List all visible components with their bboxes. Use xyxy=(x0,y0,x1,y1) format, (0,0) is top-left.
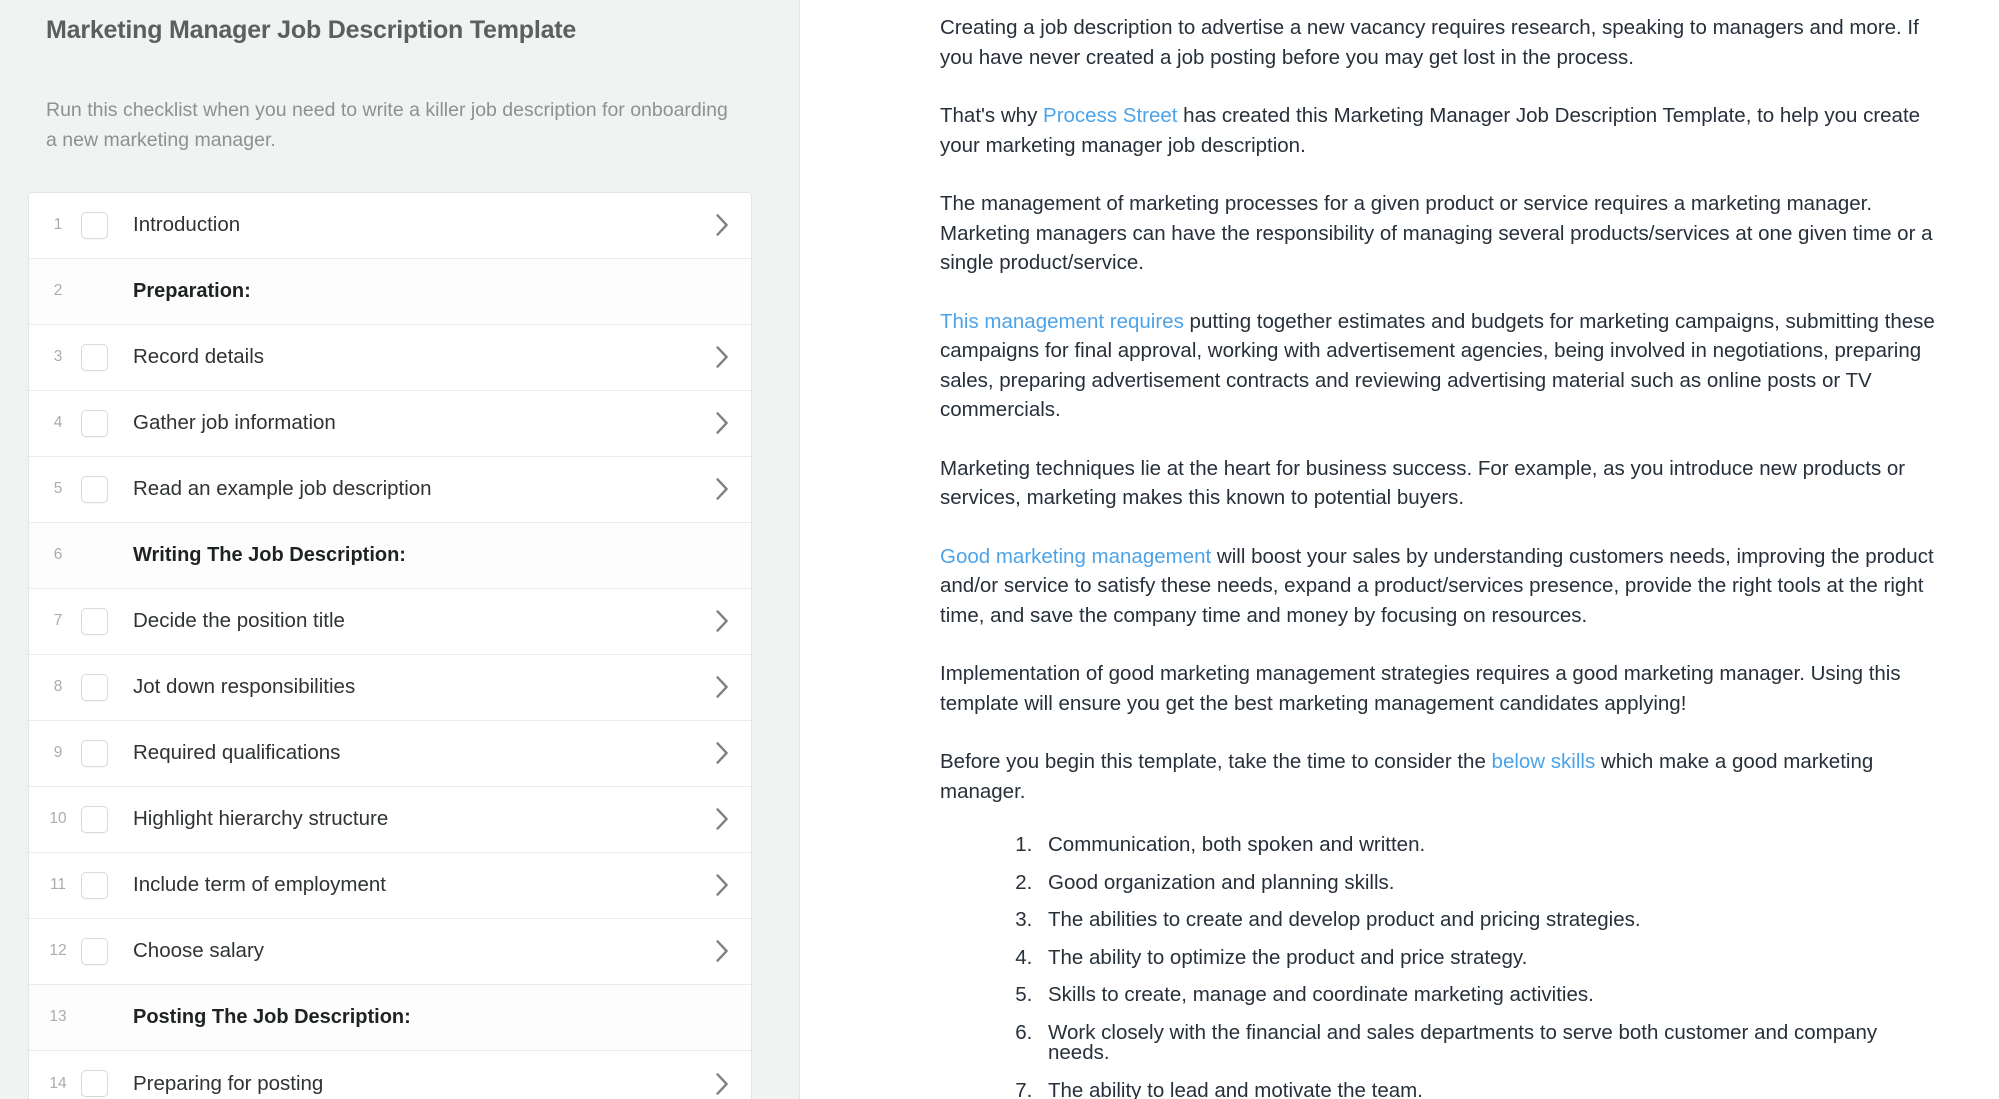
task-checkbox[interactable] xyxy=(81,607,108,635)
template-description: Run this checklist when you need to writ… xyxy=(46,98,728,151)
checklist-item-number: 13 xyxy=(49,1008,67,1026)
chevron-right-icon[interactable] xyxy=(693,610,751,633)
description-paragraph: That's why Process Street has created th… xyxy=(940,101,1941,160)
checklist-task-row[interactable]: 12 Choose salary xyxy=(29,918,751,985)
inline-link[interactable]: This management requires xyxy=(940,310,1184,333)
paragraph-text: Before you begin this template, take the… xyxy=(940,750,1492,774)
task-checkbox[interactable] xyxy=(81,211,108,239)
section-heading-label: Writing The Job Description: xyxy=(133,544,406,567)
inline-link[interactable]: Process Street xyxy=(1043,104,1177,127)
task-label: Include term of employment xyxy=(133,873,386,897)
checklist-item-number: 10 xyxy=(49,810,67,828)
checklist-task-row[interactable]: 1 Introduction xyxy=(29,192,751,259)
chevron-right-icon[interactable] xyxy=(693,412,751,435)
task-checkbox[interactable] xyxy=(81,409,108,437)
task-label: Record details xyxy=(133,345,265,369)
checklist-item-number: 2 xyxy=(53,282,63,300)
checklist-item-number: 3 xyxy=(53,348,63,366)
task-checkbox[interactable] xyxy=(81,805,108,833)
task-label: Decide the position title xyxy=(133,609,345,633)
task-checkbox[interactable] xyxy=(81,343,108,371)
checklist-card: 1 Introduction 2 Preparation: 3 Record detail… xyxy=(28,191,752,1099)
template-header: Marketing Manager Job Description Templa… xyxy=(0,0,799,155)
description-paragraph: This management requires putting togethe… xyxy=(940,307,1941,425)
inline-link[interactable]: Good marketing management xyxy=(940,545,1211,568)
chevron-right-icon[interactable] xyxy=(693,214,751,237)
checklist-task-row[interactable]: 5 Read an example job description xyxy=(29,456,751,523)
checklist-item-number: 12 xyxy=(49,942,67,960)
description-paragraph: Implementation of good marketing managem… xyxy=(940,659,1941,718)
description-paragraph: The management of marketing processes fo… xyxy=(940,189,1941,278)
chevron-right-icon[interactable] xyxy=(693,874,751,897)
checklist-task-row[interactable]: 4 Gather job information xyxy=(29,390,751,457)
list-item: The ability to lead and motivate the tea… xyxy=(1038,1080,1941,1099)
task-checkbox[interactable] xyxy=(81,673,108,701)
checklist-task-row[interactable]: 9 Required qualifications xyxy=(29,720,751,787)
skills-list: Communication, both spoken and written. G… xyxy=(940,835,1941,1099)
paragraph-text: That's why xyxy=(940,104,1044,128)
checklist-section-heading[interactable]: 2 Preparation: xyxy=(29,258,751,325)
checklist-section-heading[interactable]: 13 Posting The Job Description: xyxy=(29,984,751,1051)
list-item: Communication, both spoken and written. xyxy=(1038,835,1941,856)
task-checkbox[interactable] xyxy=(81,1070,108,1098)
checklist-item-number: 9 xyxy=(53,744,63,762)
task-checkbox[interactable] xyxy=(81,937,108,965)
task-label: Gather job information xyxy=(133,411,336,435)
page-title: Marketing Manager Job Description Templa… xyxy=(46,16,577,44)
task-label: Highlight hierarchy structure xyxy=(133,807,389,831)
checklist-task-row[interactable]: 14 Preparing for posting xyxy=(29,1050,751,1099)
checklist-item-number: 8 xyxy=(53,678,63,696)
task-label: Jot down responsibilities xyxy=(133,675,356,699)
paragraph-text: Marketing techniques lie at the heart fo… xyxy=(940,456,1906,510)
checklist-item-number: 4 xyxy=(53,414,63,432)
app-root: Marketing Manager Job Description Templa… xyxy=(0,0,1999,1099)
task-description-body: Creating a job description to advertise … xyxy=(800,13,1999,1099)
checklist-item-number: 6 xyxy=(53,546,63,564)
checklist-task-row[interactable]: 8 Jot down responsibilities xyxy=(29,654,751,721)
checklist-task-row[interactable]: 10 Highlight hierarchy structure xyxy=(29,786,751,853)
list-item: Good organization and planning skills. xyxy=(1038,872,1941,894)
checklist-item-number: 7 xyxy=(53,612,63,630)
chevron-right-icon[interactable] xyxy=(693,940,751,963)
task-content-panel: Creating a job description to advertise … xyxy=(800,0,1999,1099)
description-paragraph: Creating a job description to advertise … xyxy=(940,13,1941,72)
checklist-item-number: 5 xyxy=(53,480,63,498)
checklist-item-number: 1 xyxy=(53,216,63,234)
task-label: Preparing for posting xyxy=(133,1071,324,1095)
paragraph-text: Implementation of good marketing managem… xyxy=(940,662,1901,715)
description-paragraph: Good marketing management will boost you… xyxy=(940,542,1941,631)
checklist-sidebar: Marketing Manager Job Description Templa… xyxy=(0,0,800,1099)
checklist-item-number: 11 xyxy=(49,876,67,894)
description-paragraph: Before you begin this template, take the… xyxy=(940,747,1941,806)
task-checkbox[interactable] xyxy=(81,871,108,899)
list-item: The abilities to create and develop prod… xyxy=(1038,910,1941,931)
chevron-right-icon[interactable] xyxy=(693,478,751,501)
paragraph-text: The management of marketing processes fo… xyxy=(940,192,1933,275)
list-item: Skills to create, manage and coordinate … xyxy=(1038,985,1941,1006)
task-label: Introduction xyxy=(133,213,241,237)
description-paragraph: Marketing techniques lie at the heart fo… xyxy=(940,454,1941,513)
list-item: The ability to optimize the product and … xyxy=(1038,947,1941,969)
task-checkbox[interactable] xyxy=(81,739,108,767)
inline-link[interactable]: below skills xyxy=(1492,750,1596,773)
checklist-item-number: 14 xyxy=(49,1074,67,1092)
task-label: Required qualifications xyxy=(133,741,341,765)
task-checkbox[interactable] xyxy=(81,475,108,503)
chevron-right-icon[interactable] xyxy=(693,346,751,369)
list-item: Work closely with the financial and sale… xyxy=(1038,1022,1941,1064)
chevron-right-icon[interactable] xyxy=(693,676,751,699)
paragraph-text: Creating a job description to advertise … xyxy=(940,16,1919,69)
task-label: Choose salary xyxy=(133,939,265,963)
chevron-right-icon[interactable] xyxy=(693,742,751,765)
section-heading-label: Posting The Job Description: xyxy=(133,1006,411,1029)
section-heading-label: Preparation: xyxy=(133,280,251,303)
task-label: Read an example job description xyxy=(133,477,432,501)
checklist-task-row[interactable]: 3 Record details xyxy=(29,324,751,391)
chevron-right-icon[interactable] xyxy=(693,1073,751,1095)
checklist-task-row[interactable]: 11 Include term of employment xyxy=(29,852,751,919)
checklist-section-heading[interactable]: 6 Writing The Job Description: xyxy=(29,522,751,589)
checklist-task-row[interactable]: 7 Decide the position title xyxy=(29,588,751,655)
chevron-right-icon[interactable] xyxy=(693,808,751,831)
